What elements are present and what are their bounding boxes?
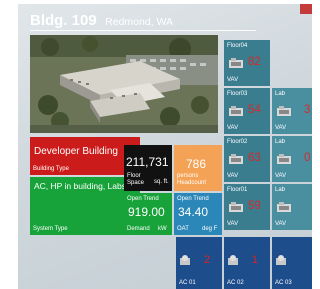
system-type-label: System Type (33, 226, 68, 232)
oat-value: 34.40 (178, 205, 209, 219)
vav-floor-label: Lab (275, 187, 286, 193)
ac-label: AC 02 (227, 280, 244, 286)
vav-type-label: VAV (275, 221, 287, 227)
vav-unit-icon (229, 58, 243, 68)
vav-value: 82 (248, 56, 261, 68)
oat-open-trend[interactable]: Open Trend (177, 196, 209, 202)
ac-value: 2 (204, 254, 211, 266)
building-title: Bldg. 109 Redmond, WA (30, 12, 173, 30)
vav-unit-icon (277, 154, 291, 164)
demand-tile[interactable]: Open Trend 919.00 Demand kW (124, 193, 172, 235)
ac-value: 1 (252, 254, 259, 266)
ac-unit-icon (228, 255, 238, 265)
vav-floor-label: Floor03 (227, 91, 248, 97)
headcount-label: Headcount (177, 180, 207, 186)
ac-unit-icon (180, 255, 190, 265)
vav-type-label: VAV (227, 77, 239, 83)
vav-value: 63 (248, 152, 261, 164)
vav-tile-floor04[interactable]: Floor04 82 VAV (224, 40, 270, 86)
oat-tile[interactable]: Open Trend 34.40 OAT deg F (174, 193, 222, 235)
floor-space-label: Floor Space (127, 173, 145, 186)
vav-tile-lab-2[interactable]: Lab 0 VAV (272, 136, 312, 182)
ac-tile-02[interactable]: 1 AC 02 (224, 237, 270, 289)
vav-unit-icon (277, 202, 291, 212)
headcount-value: 786 (186, 157, 207, 171)
vav-floor-label: Lab (275, 139, 286, 145)
headcount-tile[interactable]: 786 persons Headcount (174, 145, 222, 191)
oat-unit: deg F (202, 226, 218, 232)
vav-unit-icon (277, 106, 291, 116)
floor-space-unit: sq. ft. (154, 179, 169, 185)
vav-type-label: VAV (227, 173, 239, 179)
title-underline (30, 30, 256, 31)
building-type-label: Building Type (33, 166, 69, 172)
vav-value: 54 (248, 104, 261, 116)
building-type-value: Developer Building (34, 146, 118, 157)
vav-tile-floor01[interactable]: Floor01 59 VAV (224, 184, 270, 230)
floor-space-tile[interactable]: 211,731 Floor Space sq. ft. (124, 145, 172, 191)
vav-type-label: VAV (227, 125, 239, 131)
dashboard-panel: Bldg. 109 Redmond, WA Developer Building… (18, 4, 312, 289)
ac-unit-icon (276, 255, 286, 265)
vav-tile-lab-1[interactable]: Lab 3 VAV (272, 88, 312, 134)
vav-tile-floor02[interactable]: Floor02 63 VAV (224, 136, 270, 182)
vav-value: 59 (248, 200, 261, 212)
ac-label: AC 03 (275, 280, 292, 286)
vav-unit-icon (229, 106, 243, 116)
headcount-unit: persons (177, 173, 199, 179)
ac-label: AC 01 (179, 280, 196, 286)
vav-floor-label: Floor04 (227, 43, 248, 49)
ac-tile-03[interactable]: AC 03 (272, 237, 312, 289)
vav-floor-label: Floor01 (227, 187, 248, 193)
vav-value: 0 (304, 152, 311, 164)
demand-label: Demand (127, 226, 150, 232)
vav-type-label: VAV (275, 173, 287, 179)
oat-label: OAT (177, 226, 189, 232)
building-aerial-photo (30, 35, 218, 133)
vav-type-label: VAV (227, 221, 239, 227)
demand-value: 919.00 (128, 205, 165, 219)
vav-tile-lab-3[interactable]: Lab VAV (272, 184, 312, 230)
system-type-value: AC, HP in building, Labs (34, 181, 126, 191)
vav-floor-label: Floor02 (227, 139, 248, 145)
demand-open-trend[interactable]: Open Trend (127, 196, 159, 202)
building-number: Bldg. 109 (30, 12, 97, 29)
vav-value: 3 (304, 104, 311, 116)
vav-unit-icon (229, 202, 243, 212)
floor-space-value: 211,731 (126, 155, 169, 169)
vav-type-label: VAV (275, 125, 287, 131)
vav-tile-floor03[interactable]: Floor03 54 VAV (224, 88, 270, 134)
demand-unit: kW (158, 226, 167, 232)
ac-tile-01[interactable]: 2 AC 01 (176, 237, 222, 289)
vav-floor-label: Lab (275, 91, 286, 97)
left-margin (0, 4, 18, 289)
corner-marker (300, 4, 312, 14)
vav-unit-icon (229, 154, 243, 164)
building-location: Redmond, WA (105, 16, 174, 28)
